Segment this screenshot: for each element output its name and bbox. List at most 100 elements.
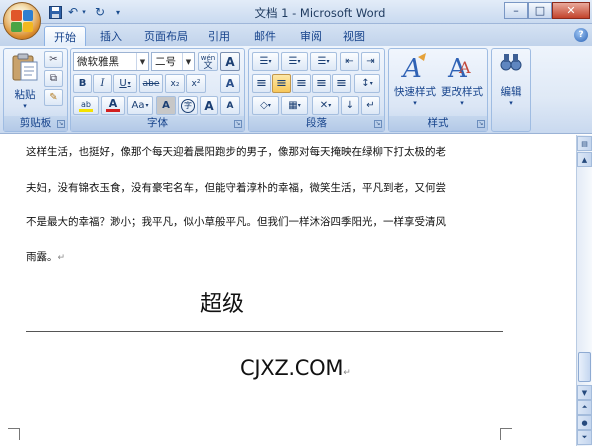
- quick-styles-label: 快速样式: [394, 86, 436, 98]
- align-right-icon[interactable]: ≡: [292, 74, 311, 93]
- borders-button[interactable]: ▦ ▾: [281, 96, 308, 115]
- underline-button[interactable]: U ▾: [113, 74, 137, 93]
- line-spacing-button[interactable]: ↕ ▾: [354, 74, 380, 93]
- increase-indent-icon[interactable]: ⇥: [361, 52, 380, 71]
- borders-icon: ▦: [288, 100, 298, 111]
- chevron-down-icon: ▾: [267, 102, 271, 109]
- dialog-launcher-icon[interactable]: ↘: [374, 120, 382, 128]
- numbering-icon: ☰: [288, 56, 298, 67]
- paragraph-mark-icon: ↵: [57, 253, 66, 263]
- sort-icon[interactable]: ↓: [341, 96, 359, 115]
- character-border-button[interactable]: A: [220, 52, 240, 71]
- tab-page-layout[interactable]: 页面布局: [135, 26, 197, 46]
- window-title: 文档 1 - Microsoft Word: [254, 6, 386, 20]
- font-name-select[interactable]: 微软雅黑 ▼: [73, 52, 149, 71]
- strikethrough-button[interactable]: abe: [139, 74, 163, 93]
- document-line-1[interactable]: 这样生活，也挺好，像那个每天迎着晨阳跑步的男子，像那对每天掩映在绿柳下打太极的老: [26, 144, 446, 159]
- heading-text[interactable]: 超级: [200, 286, 244, 318]
- document-line-3[interactable]: 不是最大的幸福？渺小；我平凡，似小草般平凡。但我们一样沐浴四季阳光，一样享受清风: [26, 214, 446, 229]
- highlight-button[interactable]: ab: [73, 96, 99, 115]
- subscript-button[interactable]: x₂: [165, 74, 185, 93]
- bullets-icon: ☰: [259, 56, 269, 67]
- website-text[interactable]: CJXZ.COM↵: [240, 356, 351, 380]
- previous-page-icon[interactable]: ⏶: [577, 400, 592, 415]
- office-logo-icon: [11, 10, 33, 32]
- page-corner-marker: [8, 428, 20, 440]
- font-color-label: A: [108, 97, 118, 110]
- enclose-characters-button[interactable]: 字: [178, 96, 198, 115]
- browse-object-icon[interactable]: ●: [577, 415, 592, 430]
- numbering-button[interactable]: ☰ ▾: [281, 52, 308, 71]
- undo-dropdown-icon[interactable]: ▾: [79, 4, 89, 20]
- font-color-bar: [106, 109, 120, 112]
- font-size-value: 二号: [155, 56, 176, 68]
- chinese-layout-button[interactable]: ✕ ▾: [312, 96, 339, 115]
- chinese-layout-icon: ✕: [319, 100, 329, 111]
- bullets-button[interactable]: ☰ ▾: [252, 52, 279, 71]
- change-styles-icon: A A: [447, 54, 471, 84]
- document-line-4[interactable]: 雨露。↵: [26, 249, 65, 264]
- chevron-down-icon: ▾: [460, 99, 464, 107]
- chevron-down-icon: ▾: [328, 102, 332, 109]
- dialog-launcher-icon[interactable]: ↘: [57, 120, 65, 128]
- scrollbar-thumb[interactable]: [578, 352, 591, 382]
- copy-icon[interactable]: ⧉: [44, 70, 63, 87]
- clear-formatting-button[interactable]: A: [220, 74, 240, 93]
- chevron-down-icon[interactable]: ▼: [136, 53, 148, 70]
- tab-review[interactable]: 审阅: [291, 26, 331, 46]
- dialog-launcher-icon[interactable]: ↘: [234, 120, 242, 128]
- grow-font-button[interactable]: A: [200, 96, 218, 115]
- binoculars-icon: [500, 54, 522, 71]
- dialog-launcher-icon[interactable]: ↘: [477, 120, 485, 128]
- line-spacing-icon: ↕: [361, 78, 370, 89]
- format-painter-icon[interactable]: ✎: [44, 89, 63, 106]
- svg-text:A: A: [401, 54, 422, 81]
- multilevel-list-button[interactable]: ☰ ▾: [310, 52, 337, 71]
- editing-button[interactable]: 编辑 ▾: [494, 51, 528, 115]
- quick-styles-icon: A: [401, 53, 426, 84]
- tab-home[interactable]: 开始: [44, 26, 86, 46]
- quick-styles-button[interactable]: A 快速样式 ▾: [392, 51, 438, 115]
- superscript-button[interactable]: x²: [186, 74, 206, 93]
- maximize-button[interactable]: □: [528, 2, 552, 19]
- phonetic-guide-button[interactable]: wén 文: [198, 52, 218, 71]
- align-center-icon[interactable]: ≡: [272, 74, 291, 93]
- save-icon[interactable]: [46, 4, 64, 20]
- minimize-button[interactable]: –: [504, 2, 528, 19]
- cut-icon[interactable]: ✂: [44, 51, 63, 68]
- shading-button[interactable]: ◇ ▾: [252, 96, 279, 115]
- tab-view[interactable]: 视图: [334, 26, 374, 46]
- highlight-color-bar: [79, 108, 93, 112]
- close-button[interactable]: ✕: [552, 2, 590, 19]
- ruler-toggle-icon[interactable]: ▤: [577, 136, 592, 151]
- bold-button[interactable]: B: [73, 74, 92, 93]
- character-shading-button[interactable]: A: [156, 96, 176, 115]
- page-corner-marker: [500, 428, 512, 440]
- paste-button[interactable]: 粘贴 ▾: [8, 52, 42, 110]
- customize-qat-icon[interactable]: ▾: [112, 4, 124, 20]
- tab-references[interactable]: 引用: [199, 26, 239, 46]
- next-page-icon[interactable]: ⏷: [577, 430, 592, 445]
- tab-mailings[interactable]: 邮件: [245, 26, 285, 46]
- chevron-down-icon: ▾: [326, 58, 330, 65]
- help-icon[interactable]: ?: [574, 28, 588, 42]
- font-color-button[interactable]: A: [101, 96, 125, 115]
- character-icon: 文: [203, 60, 213, 71]
- font-size-select[interactable]: 二号 ▼: [151, 52, 195, 71]
- justify-icon[interactable]: ≡: [312, 74, 331, 93]
- show-marks-icon[interactable]: ↵: [361, 96, 380, 115]
- chevron-down-icon[interactable]: ▼: [182, 53, 194, 70]
- scroll-up-icon[interactable]: ▲: [577, 152, 592, 167]
- document-line-2[interactable]: 夫妇，没有锦衣玉食，没有豪宅名车，但能守着淳朴的幸福，微笑生活，平凡到老，又何尝: [26, 180, 446, 195]
- redo-icon[interactable]: ↻: [91, 4, 109, 20]
- tab-insert[interactable]: 插入: [91, 26, 131, 46]
- change-case-button[interactable]: Aa ▾: [127, 96, 153, 115]
- scroll-down-icon[interactable]: ▼: [577, 385, 592, 400]
- decrease-indent-icon[interactable]: ⇤: [340, 52, 359, 71]
- shrink-font-button[interactable]: A: [220, 96, 240, 115]
- distributed-icon[interactable]: ≡: [332, 74, 351, 93]
- italic-button[interactable]: I: [93, 74, 112, 93]
- office-button[interactable]: [3, 2, 41, 40]
- change-styles-button[interactable]: A A 更改样式 ▾: [440, 51, 484, 115]
- align-left-icon[interactable]: ≡: [252, 74, 271, 93]
